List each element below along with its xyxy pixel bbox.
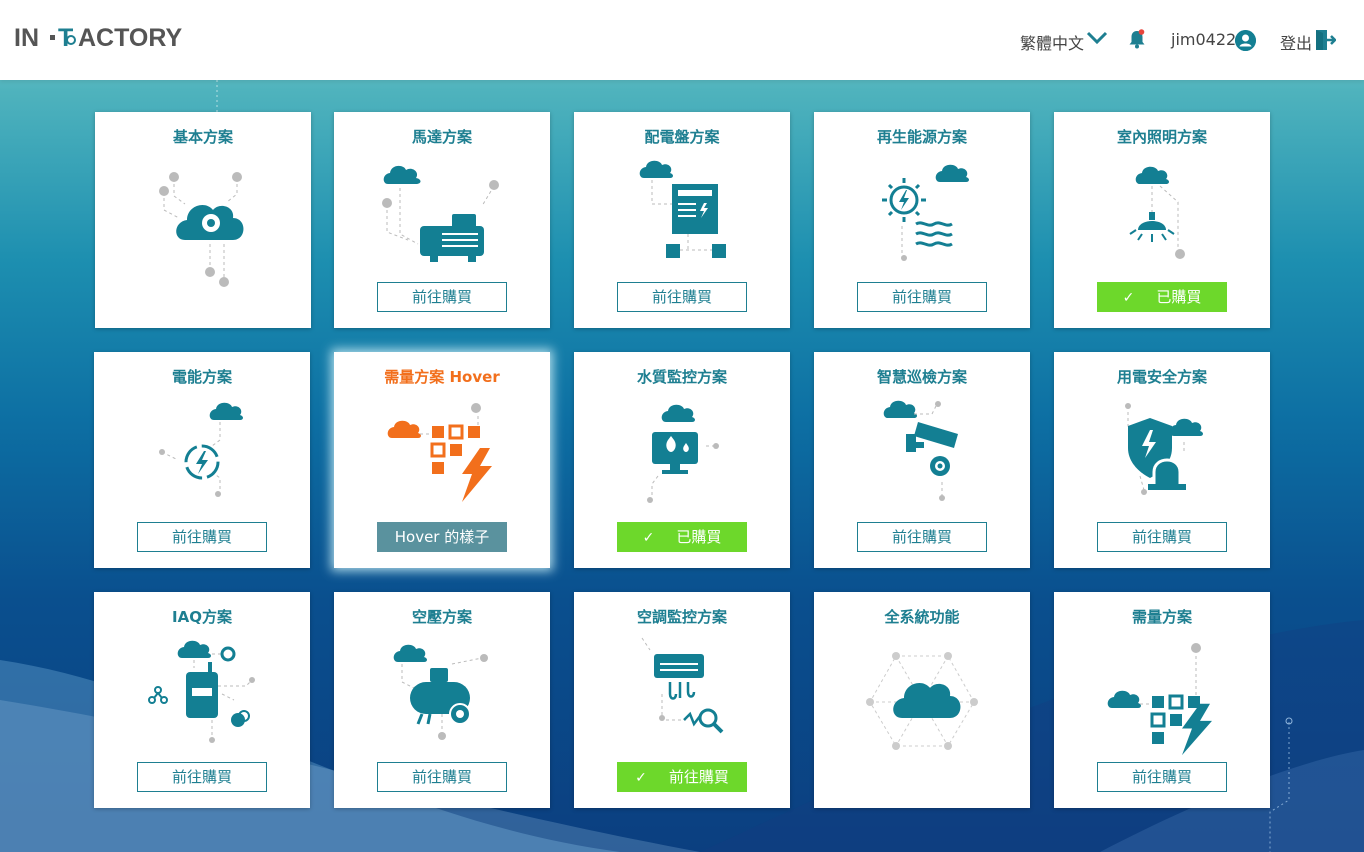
card-title: 馬達方案 bbox=[411, 128, 472, 146]
check-icon: ✓ bbox=[1122, 290, 1135, 306]
energy-cycle-icon bbox=[159, 402, 243, 497]
buy-button[interactable]: 前往購買 bbox=[1097, 522, 1227, 552]
card-title: 水質監控方案 bbox=[636, 368, 727, 386]
card-title: 電能方案 bbox=[171, 368, 232, 386]
buy-button[interactable]: 前往購買 bbox=[1097, 762, 1227, 792]
card-title: 空壓方案 bbox=[411, 608, 472, 626]
language-selector[interactable]: 繁體中文 bbox=[1020, 30, 1084, 54]
plan-card-motor[interactable]: 馬達方案 前往購買 bbox=[334, 112, 550, 328]
water-monitor-icon bbox=[647, 404, 719, 503]
plan-card-basic[interactable]: 基本方案 bbox=[95, 112, 311, 328]
svg-text:T: T bbox=[58, 24, 73, 52]
plan-card-indoor-lighting[interactable]: 室內照明方案 ✓ 已購買 bbox=[1054, 112, 1270, 328]
plan-card-demand-hover[interactable]: 需量方案 Hover Hover 的樣子 bbox=[334, 352, 550, 568]
button-label: 已購買 bbox=[676, 528, 722, 546]
card-title: 再生能源方案 bbox=[876, 128, 967, 146]
plan-card-hvac-monitoring[interactable]: 空調監控方案 ✓ 前往購買 bbox=[574, 592, 790, 808]
plan-card-energy[interactable]: 電能方案 前往購買 bbox=[94, 352, 310, 568]
check-icon: ✓ bbox=[642, 530, 655, 546]
card-title: IAQ方案 bbox=[172, 608, 232, 626]
air-quality-icon bbox=[148, 640, 255, 743]
plan-card-smart-inspection[interactable]: 智慧巡檢方案 前往購買 bbox=[814, 352, 1030, 568]
card-title: 空調監控方案 bbox=[636, 608, 727, 626]
infactory-logo[interactable]: IN T ACTORY bbox=[14, 22, 194, 54]
card-title: 基本方案 bbox=[172, 128, 233, 146]
purchased-button[interactable]: ✓ 已購買 bbox=[1097, 282, 1227, 312]
buy-button[interactable]: 前往購買 bbox=[617, 282, 747, 312]
demand-grid-bolt-icon bbox=[387, 403, 492, 502]
renewable-energy-icon bbox=[882, 164, 969, 261]
cctv-camera-icon bbox=[883, 400, 958, 501]
hover-state-button[interactable]: Hover 的樣子 bbox=[377, 522, 507, 552]
air-conditioner-icon bbox=[641, 637, 724, 734]
svg-text:ACTORY: ACTORY bbox=[78, 24, 183, 52]
motor-icon bbox=[382, 165, 499, 262]
plan-card-demand[interactable]: 需量方案 前往購買 bbox=[1054, 592, 1270, 808]
purchased-button[interactable]: ✓ 前往購買 bbox=[617, 762, 747, 792]
buy-button[interactable]: 前往購買 bbox=[137, 762, 267, 792]
buy-button[interactable]: 前往購買 bbox=[377, 282, 507, 312]
card-title: 需量方案 bbox=[1131, 608, 1192, 626]
logout-link[interactable]: 登出 bbox=[1280, 30, 1312, 54]
plan-card-water-quality[interactable]: 水質監控方案 ✓ 已購買 bbox=[574, 352, 790, 568]
svg-text:IN: IN bbox=[14, 24, 39, 52]
distribution-panel-icon bbox=[639, 160, 726, 258]
shield-alarm-icon bbox=[1125, 403, 1203, 495]
bell-icon[interactable] bbox=[1128, 29, 1146, 49]
plan-card-distribution-panel[interactable]: 配電盤方案 前往購買 bbox=[574, 112, 790, 328]
buy-button[interactable]: 前往購買 bbox=[137, 522, 267, 552]
buy-button[interactable]: 前往購買 bbox=[857, 522, 987, 552]
card-title: 配電盤方案 bbox=[644, 128, 720, 146]
plan-card-renewable-energy[interactable]: 再生能源方案 前往購買 bbox=[814, 112, 1030, 328]
ceiling-lamp-icon bbox=[1129, 166, 1185, 259]
cloud-gear-icon bbox=[159, 172, 244, 287]
air-compressor-icon bbox=[393, 644, 488, 740]
user-avatar-icon[interactable] bbox=[1235, 30, 1256, 51]
buy-button[interactable]: 前往購買 bbox=[857, 282, 987, 312]
card-title: 室內照明方案 bbox=[1116, 128, 1207, 146]
purchased-button[interactable]: ✓ 已購買 bbox=[617, 522, 747, 552]
card-title: 需量方案 Hover bbox=[384, 368, 500, 386]
card-title: 用電安全方案 bbox=[1116, 368, 1207, 386]
plan-card-full-system[interactable]: 全系統功能 bbox=[814, 592, 1030, 808]
username[interactable]: jim0422 bbox=[1171, 30, 1236, 49]
check-icon: ✓ bbox=[635, 770, 647, 786]
buy-button[interactable]: 前往購買 bbox=[377, 762, 507, 792]
button-label: 已購買 bbox=[1156, 288, 1202, 306]
card-title: 全系統功能 bbox=[884, 608, 960, 626]
demand-grid-bolt-icon bbox=[1107, 643, 1212, 756]
logout-icon[interactable] bbox=[1314, 28, 1336, 52]
top-header: IN T ACTORY 繁體中文 jim0422 登出 bbox=[0, 0, 1364, 80]
plan-card-air-compressor[interactable]: 空壓方案 前往購買 bbox=[334, 592, 550, 808]
button-label: 前往購買 bbox=[668, 768, 729, 786]
cloud-network-icon bbox=[866, 652, 978, 750]
plan-card-electrical-safety[interactable]: 用電安全方案 前往購買 bbox=[1054, 352, 1270, 568]
plan-card-iaq[interactable]: IAQ方案 前往購買 bbox=[94, 592, 310, 808]
chevron-down-icon[interactable] bbox=[1086, 30, 1108, 46]
card-title: 智慧巡檢方案 bbox=[876, 368, 967, 386]
